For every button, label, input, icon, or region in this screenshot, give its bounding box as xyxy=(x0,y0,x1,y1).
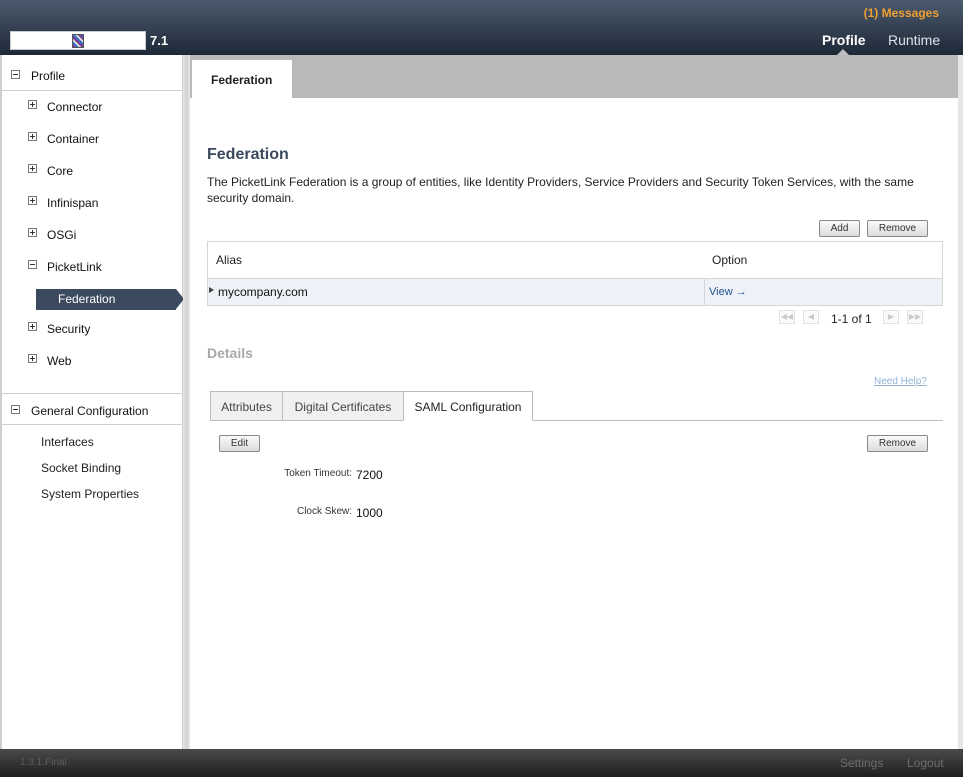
tab-label: Attributes xyxy=(221,400,272,414)
token-timeout-value: 7200 xyxy=(356,468,383,482)
sidebar-item-federation[interactable]: Federation xyxy=(36,289,184,310)
prev-page-icon[interactable]: ◀ xyxy=(803,310,819,324)
expand-icon[interactable] xyxy=(28,228,37,237)
last-page-icon[interactable]: ▶▶ xyxy=(907,310,923,324)
expand-icon[interactable] xyxy=(28,196,37,205)
sidebar-item-osgi[interactable]: OSGi xyxy=(2,225,183,245)
column-header-alias[interactable]: Alias xyxy=(216,253,242,267)
need-help-link[interactable]: Need Help? xyxy=(874,376,927,387)
sidebar-item-container[interactable]: Container xyxy=(2,129,183,149)
sidebar-item-connector[interactable]: Connector xyxy=(2,97,183,117)
expand-icon[interactable] xyxy=(28,132,37,141)
product-version: 7.1 xyxy=(150,33,169,48)
federation-table: Alias Option mycompany.com View → xyxy=(207,241,943,306)
first-page-icon[interactable]: ◀◀ xyxy=(779,310,795,324)
sidebar-item-infinispan[interactable]: Infinispan xyxy=(2,193,183,213)
column-divider xyxy=(704,279,705,305)
expand-icon[interactable] xyxy=(28,100,37,109)
row-alias: mycompany.com xyxy=(218,285,308,299)
clock-skew-label: Clock Skew: xyxy=(296,506,352,517)
sidebar-item-picketlink[interactable]: PicketLink xyxy=(2,257,183,277)
tab-label: SAML Configuration xyxy=(414,400,522,414)
product-logo xyxy=(10,31,146,50)
table-header: Alias Option xyxy=(208,242,942,279)
sidebar-item-core[interactable]: Core xyxy=(2,161,183,181)
sidebar-item-web[interactable]: Web xyxy=(2,351,183,371)
add-button[interactable]: Add xyxy=(819,220,860,237)
next-page-icon[interactable]: ▶ xyxy=(883,310,899,324)
footer-version: 1.3.1.Final xyxy=(20,757,67,768)
top-header: (1) Messages 7.1 Profile Runtime xyxy=(0,0,963,55)
tab-attributes[interactable]: Attributes xyxy=(210,391,283,421)
sidebar-item-security[interactable]: Security xyxy=(2,319,183,339)
column-header-option: Option xyxy=(712,253,748,267)
details-title: Details xyxy=(207,345,253,361)
messages-link[interactable]: (1) Messages xyxy=(864,6,939,20)
sidebar-section-profile[interactable]: Profile xyxy=(2,58,183,91)
sidebar-section-label: General Configuration xyxy=(31,404,149,418)
token-timeout-label: Token Timeout: xyxy=(284,468,352,479)
sidebar-section-general[interactable]: General Configuration xyxy=(2,393,183,425)
sidebar-item-label: Infinispan xyxy=(47,196,99,210)
content-tabbar: Federation xyxy=(190,55,958,98)
sidebar-item-label: Core xyxy=(47,164,74,178)
splitter[interactable] xyxy=(183,55,190,749)
view-link[interactable]: View → xyxy=(709,286,747,298)
pager-label: 1-1 of 1 xyxy=(831,312,872,326)
sidebar-item-label: Federation xyxy=(58,292,116,306)
tab-federation[interactable]: Federation xyxy=(192,60,292,98)
footer: 1.3.1.Final Settings Logout xyxy=(0,749,963,777)
tab-saml-configuration[interactable]: SAML Configuration xyxy=(403,391,533,421)
sidebar-item-label: Container xyxy=(47,132,100,146)
collapse-icon[interactable] xyxy=(28,260,37,269)
remove-button[interactable]: Remove xyxy=(867,220,928,237)
expand-row-icon[interactable] xyxy=(209,287,214,293)
clock-skew-value: 1000 xyxy=(356,506,383,520)
tab-label: Federation xyxy=(211,73,273,87)
table-row[interactable]: mycompany.com View → xyxy=(208,279,942,305)
scrollbar-track xyxy=(958,55,963,749)
sidebar-item-label: PicketLink xyxy=(47,260,102,274)
sidebar-section-label: Profile xyxy=(31,69,66,83)
collapse-icon[interactable] xyxy=(11,70,20,79)
sidebar-item-label: Connector xyxy=(47,100,103,114)
edit-button[interactable]: Edit xyxy=(219,435,260,452)
nav-runtime[interactable]: Runtime xyxy=(888,32,940,48)
page-title: Federation xyxy=(207,146,289,163)
settings-link[interactable]: Settings xyxy=(840,756,883,770)
expand-icon[interactable] xyxy=(28,164,37,173)
expand-icon[interactable] xyxy=(28,354,37,363)
sidebar-item-system-properties[interactable]: System Properties xyxy=(41,487,139,501)
sidebar-item-interfaces[interactable]: Interfaces xyxy=(41,435,94,449)
sidebar: Profile Connector Container Core Infinis… xyxy=(0,55,184,749)
sidebar-item-socket-binding[interactable]: Socket Binding xyxy=(41,461,121,475)
detail-remove-button[interactable]: Remove xyxy=(867,435,928,452)
collapse-icon[interactable] xyxy=(11,405,20,414)
sidebar-item-label: OSGi xyxy=(47,228,77,242)
sidebar-item-label: Security xyxy=(47,322,91,336)
nav-profile[interactable]: Profile xyxy=(822,32,866,48)
tab-label: Digital Certificates xyxy=(294,400,392,414)
broken-image-icon xyxy=(72,34,84,48)
expand-icon[interactable] xyxy=(28,322,37,331)
sidebar-item-label: Web xyxy=(47,354,72,368)
page-description: The PicketLink Federation is a group of … xyxy=(207,175,914,205)
tab-digital-certificates[interactable]: Digital Certificates xyxy=(282,391,404,421)
logout-link[interactable]: Logout xyxy=(907,756,944,770)
